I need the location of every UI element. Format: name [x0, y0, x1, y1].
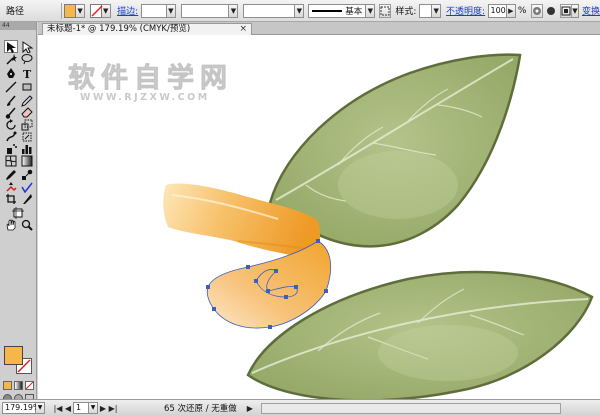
document-tab-bar: 未标题-1* @ 179.19% (CMYK/预览) × — [38, 22, 600, 35]
artboard-canvas[interactable]: 软件自学网 WWW.RJZXW.COM — [38, 35, 600, 399]
artboard-number-input[interactable]: 1 — [73, 402, 89, 414]
mesh-tool-icon[interactable] — [4, 154, 18, 167]
opacity-input[interactable]: 100 — [487, 3, 507, 18]
none-mode-icon[interactable] — [25, 381, 34, 390]
type-tool-icon[interactable]: T — [20, 66, 34, 79]
opacity-dropdown[interactable]: ▶ — [506, 3, 516, 18]
magic-wand-tool-icon[interactable] — [4, 52, 18, 65]
zoom-tool-icon[interactable] — [20, 218, 34, 231]
stroke-weight-dropdown[interactable]: ▼ — [166, 3, 176, 18]
last-artboard-icon[interactable]: ▶| — [108, 404, 118, 413]
fill-stroke-swatches[interactable] — [4, 346, 34, 376]
isolate-glyph — [547, 6, 556, 15]
style-label: 样式: — [395, 7, 417, 17]
variable-width-profile-select[interactable] — [180, 3, 230, 18]
control-bar: 路径 ▼ ▼ 描边: ▼ ▼ ▼ 基本 ▼ 样式: ▼ 不透明度: 100 ▶ … — [0, 0, 600, 22]
status-menu-icon[interactable]: ▶ — [245, 404, 255, 413]
brush-definition-select[interactable] — [243, 3, 296, 18]
status-bar: 179.19% ▼ |◀ ◀ 1 ▼ ▶ ▶| 65 次还原 / 无重做 ▶ — [0, 399, 600, 416]
stroke-color-dropdown[interactable]: ▼ — [101, 3, 111, 18]
stroke-panel-link[interactable]: 描边: — [117, 4, 138, 17]
style-dropdown[interactable]: ▼ — [432, 3, 442, 18]
opacity-panel-link[interactable]: 不透明度: — [446, 4, 485, 17]
crop-tool-icon[interactable] — [4, 192, 18, 205]
stroke-profile-label: 基本 — [345, 6, 363, 17]
align-glyph — [561, 6, 571, 15]
lasso-tool-icon[interactable] — [20, 52, 34, 65]
object-type-label: 路径 — [6, 7, 25, 17]
no-stroke-icon — [91, 4, 103, 17]
align-icon[interactable] — [560, 3, 573, 18]
artboard-number-dropdown[interactable]: ▼ — [89, 402, 98, 414]
line-tool-icon[interactable] — [4, 80, 18, 93]
variable-width-profile-dropdown[interactable]: ▼ — [229, 3, 239, 18]
horizontal-scrollbar[interactable] — [260, 402, 561, 414]
document-tab[interactable]: 未标题-1* @ 179.19% (CMYK/预览) × — [42, 23, 252, 35]
close-icon[interactable]: × — [239, 24, 247, 35]
fill-color-swatch[interactable] — [64, 3, 77, 18]
svg-text:T: T — [23, 68, 32, 79]
status-history-text: 65 次还原 / 无重做 — [164, 404, 237, 414]
color-mode-icon[interactable] — [3, 381, 12, 390]
transform-panel-link[interactable]: 变换 — [582, 4, 600, 17]
previous-artboard-icon[interactable]: ◀ — [63, 404, 73, 413]
recolor-glyph — [533, 6, 542, 15]
style-swatch[interactable] — [418, 3, 433, 18]
recolor-artwork-icon[interactable] — [531, 3, 544, 18]
graphic-style-glyph — [380, 6, 390, 15]
isolate-icon[interactable] — [546, 4, 557, 18]
brush-definition-dropdown[interactable]: ▼ — [295, 3, 305, 18]
zoom-level-input[interactable]: 179.19% — [2, 402, 41, 414]
artwork: 软件自学网 — [68, 53, 594, 399]
stroke-profile-select[interactable]: 基本 — [308, 3, 367, 18]
tools-panel-grip[interactable]: 44 — [0, 22, 36, 30]
gradient-mode-icon[interactable] — [14, 381, 23, 390]
hand-tool-icon[interactable] — [4, 218, 18, 231]
pen-tool-icon[interactable] — [4, 66, 18, 79]
document-tab-title: 未标题-1* @ 179.19% (CMYK/预览) — [47, 24, 191, 34]
fill-swatch[interactable] — [4, 346, 23, 365]
none-mode-glyph — [26, 382, 33, 389]
zoom-level-dropdown[interactable]: ▼ — [36, 402, 45, 414]
gradient-tool-icon[interactable] — [20, 154, 34, 167]
watermark-url: WWW.RJZXW.COM — [80, 92, 210, 103]
stroke-weight-input[interactable] — [140, 3, 167, 18]
graphic-style-icon[interactable] — [378, 3, 391, 18]
separator — [60, 2, 62, 19]
align-dropdown[interactable]: ▼ — [572, 3, 579, 18]
color-mode-buttons — [3, 381, 34, 390]
slice-tool-icon[interactable] — [20, 192, 34, 205]
rectangle-tool-icon[interactable] — [20, 80, 34, 93]
stroke-profile-preview — [312, 9, 343, 12]
next-artboard-icon[interactable]: ▶ — [98, 404, 108, 413]
opacity-unit: % — [517, 5, 527, 16]
first-artboard-icon[interactable]: |◀ — [53, 404, 63, 413]
stroke-profile-dropdown[interactable]: ▼ — [366, 3, 376, 18]
tools-panel: 44 T — [0, 22, 37, 406]
watermark-title: 软件自学网 — [68, 62, 233, 94]
stroke-color-swatch[interactable] — [89, 3, 103, 18]
fill-color-dropdown[interactable]: ▼ — [76, 3, 86, 18]
